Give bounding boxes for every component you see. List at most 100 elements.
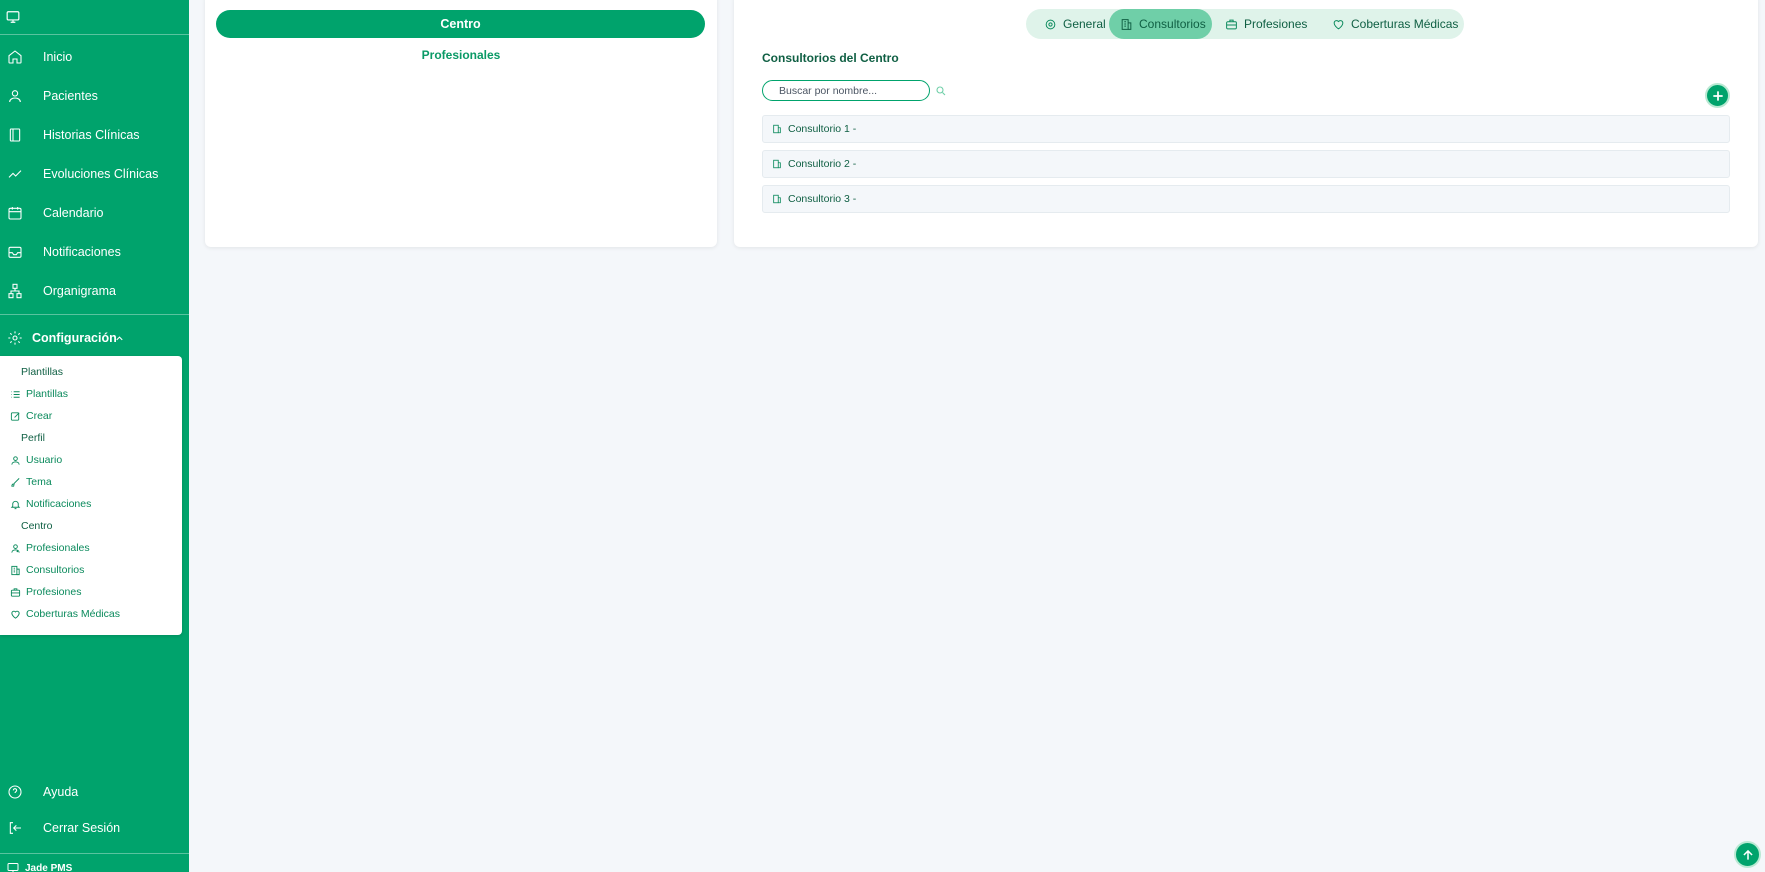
tab-consultorios[interactable]: Consultorios [1109, 9, 1212, 39]
building-icon [772, 194, 782, 204]
submenu-item-tema[interactable]: Tema [0, 472, 182, 492]
config-submenu: Plantillas Plantillas Crear Perfil Usuar… [0, 356, 182, 635]
submenu-item-profesiones[interactable]: Profesiones [0, 582, 182, 602]
list-item[interactable]: Consultorio 1 - [762, 115, 1730, 143]
submenu-item-notificaciones[interactable]: Notificaciones [0, 494, 182, 514]
consultorios-card: General Consultorios Profesiones Cobertu… [734, 0, 1758, 247]
submenu-item-plantillas[interactable]: Plantillas [0, 384, 182, 404]
arrow-up-icon [1741, 848, 1755, 862]
bell-icon [10, 499, 21, 510]
nav-item-calendario[interactable]: Calendario [0, 198, 189, 228]
submenu-label: Notificaciones [26, 498, 92, 510]
nav-label: Configuración [32, 331, 117, 345]
org-chart-icon [7, 283, 23, 299]
submenu-label: Coberturas Médicas [26, 608, 120, 620]
monitor-icon [7, 862, 19, 872]
search-input[interactable] [762, 80, 930, 101]
nav-item-historias[interactable]: Historias Clínicas [0, 120, 189, 150]
nav-item-ayuda[interactable]: Ayuda [0, 777, 189, 807]
sidebar: Inicio Pacientes Historias Clínicas Evol… [0, 0, 189, 872]
brand-name: Jade PMS [25, 862, 73, 872]
centro-button[interactable]: Centro [216, 10, 705, 38]
submenu-item-coberturas[interactable]: Coberturas Médicas [0, 604, 182, 624]
submenu-item-usuario[interactable]: Usuario [0, 450, 182, 470]
nav-label: Ayuda [43, 785, 79, 799]
list-item[interactable]: Consultorio 2 - [762, 150, 1730, 178]
nav-label: Evoluciones Clínicas [43, 167, 159, 181]
tab-general[interactable]: General [1035, 9, 1115, 39]
nav-label: Organigrama [43, 284, 116, 298]
nav-label: Calendario [43, 206, 104, 220]
centro-nav-card: Centro Profesionales [205, 0, 717, 247]
building-icon [772, 124, 782, 134]
help-icon [7, 784, 23, 800]
briefcase-icon [1225, 18, 1238, 31]
user-icon [10, 455, 21, 466]
add-consultorio-button[interactable] [1705, 83, 1730, 108]
nav-label: Pacientes [43, 89, 98, 103]
home-icon [7, 49, 23, 65]
monitor-icon[interactable] [6, 10, 20, 24]
nav-label: Cerrar Sesión [43, 821, 121, 835]
submenu-label: Usuario [26, 454, 63, 466]
book-icon [7, 127, 23, 143]
building-icon [1120, 18, 1133, 31]
list-item-label: Consultorio 2 - [788, 158, 857, 170]
submenu-label: Plantillas [26, 388, 69, 400]
nav-item-notificaciones[interactable]: Notificaciones [0, 237, 189, 267]
nav-item-configuracion[interactable]: Configuración [0, 323, 189, 353]
nav-item-pacientes[interactable]: Pacientes [0, 81, 189, 111]
divider [0, 314, 189, 315]
brand: Jade PMS [7, 862, 72, 872]
sidebar-header [0, 0, 189, 35]
submenu-group-perfil: Perfil [21, 432, 45, 444]
tab-profesiones[interactable]: Profesiones [1221, 9, 1321, 39]
nav-item-inicio[interactable]: Inicio [0, 42, 189, 72]
nav-label: Historias Clínicas [43, 128, 140, 142]
tab-bar: General Consultorios Profesiones Cobertu… [1026, 9, 1464, 39]
building-icon [10, 565, 21, 576]
submenu-group-centro: Centro [21, 520, 53, 532]
section-title: Consultorios del Centro [762, 51, 899, 65]
nav-item-organigrama[interactable]: Organigrama [0, 276, 189, 306]
logout-icon [7, 820, 23, 836]
profesionales-link[interactable]: Profesionales [205, 48, 717, 62]
brush-icon [10, 477, 21, 488]
tab-label: Consultorios [1139, 17, 1206, 31]
building-icon [772, 159, 782, 169]
inbox-icon [7, 244, 23, 260]
list-item[interactable]: Consultorio 3 - [762, 185, 1730, 213]
doctor-icon [10, 543, 21, 554]
nav-item-evoluciones[interactable]: Evoluciones Clínicas [0, 159, 189, 189]
gear-icon [1044, 18, 1057, 31]
edit-icon [10, 411, 21, 422]
submenu-label: Profesiones [26, 586, 82, 598]
list-item-label: Consultorio 1 - [788, 123, 857, 135]
submenu-item-consultorios[interactable]: Consultorios [0, 560, 182, 580]
heart-icon [10, 609, 21, 620]
submenu-group-plantillas: Plantillas [21, 366, 64, 378]
chevron-up-icon [114, 333, 125, 344]
search-icon[interactable] [935, 85, 947, 97]
briefcase-icon [10, 587, 21, 598]
submenu-item-crear[interactable]: Crear [0, 406, 182, 426]
nav-item-logout[interactable]: Cerrar Sesión [0, 813, 189, 843]
submenu-label: Tema [26, 476, 52, 488]
submenu-label: Crear [26, 410, 53, 422]
heart-icon [1332, 18, 1345, 31]
tab-coberturas[interactable]: Coberturas Médicas [1330, 9, 1462, 39]
list-icon [10, 389, 21, 400]
submenu-label: Consultorios [26, 564, 85, 576]
nav-label: Inicio [43, 50, 73, 64]
scroll-to-top-button[interactable] [1734, 841, 1761, 868]
tab-label: Profesiones [1244, 17, 1308, 31]
tab-label: General [1063, 17, 1106, 31]
user-icon [7, 88, 23, 104]
gear-icon [7, 330, 23, 346]
list-item-label: Consultorio 3 - [788, 193, 857, 205]
tab-label: Coberturas Médicas [1351, 17, 1459, 31]
plus-icon [1711, 89, 1725, 103]
submenu-item-profesionales[interactable]: Profesionales [0, 538, 182, 558]
trend-icon [7, 166, 23, 182]
nav-label: Notificaciones [43, 245, 121, 259]
